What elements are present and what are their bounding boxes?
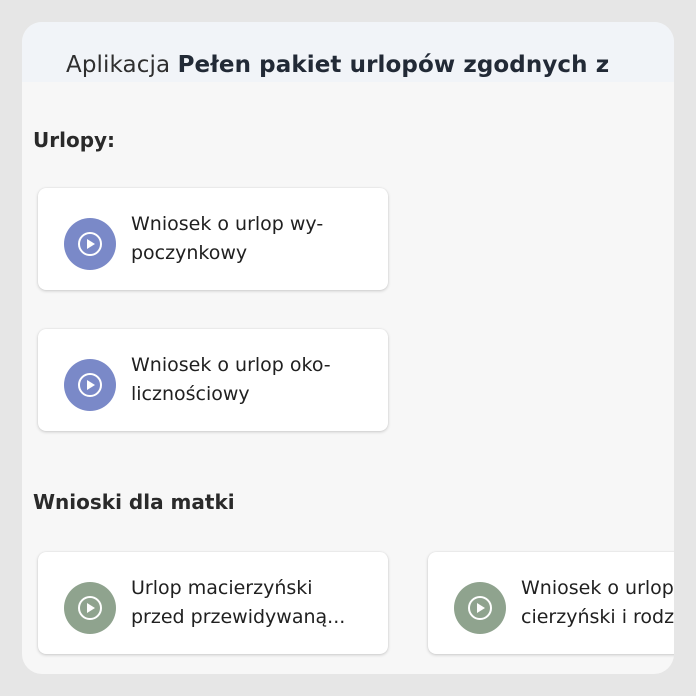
section-title-wnioski-dla-matki: Wnioski dla matki	[33, 490, 235, 514]
title-prefix: Aplikacja	[66, 52, 171, 78]
card-label-line1: Wniosek o urlop wy-	[131, 213, 324, 235]
card-label: Wniosek o urlop wy- poczynkowy	[131, 210, 376, 268]
card-label: Wniosek o urlop oko- licznościowy	[131, 351, 376, 409]
section-title-urlopy: Urlopy:	[33, 128, 116, 152]
play-circle-icon	[454, 582, 506, 634]
card-wniosek-macierzynski-rodzicielski[interactable]: Wniosek o urlop ma- cierzyński i rodzici…	[428, 552, 674, 654]
card-label-line1: Urlop macierzyński	[131, 577, 313, 599]
play-circle-icon	[64, 582, 116, 634]
main-panel: Aplikacja Pełen pakiet urlopów zgodnych …	[22, 22, 674, 674]
app-frame: Aplikacja Pełen pakiet urlopów zgodnych …	[0, 0, 696, 696]
card-wniosek-okolicznosciowy[interactable]: Wniosek o urlop oko- licznościowy	[38, 329, 388, 431]
card-label-line1: Wniosek o urlop ma-	[521, 577, 674, 599]
card-label-line2: poczynkowy	[131, 242, 248, 264]
card-wniosek-wypoczynkowy[interactable]: Wniosek o urlop wy- poczynkowy	[38, 188, 388, 290]
page-title: Aplikacja Pełen pakiet urlopów zgodnych …	[66, 52, 609, 78]
card-label: Urlop macierzyński przed przewidywaną...	[131, 574, 376, 632]
play-circle-icon	[64, 359, 116, 411]
title-bold: Pełen pakiet urlopów zgodnych z	[177, 52, 610, 78]
card-label-line2: przed przewidywaną...	[131, 606, 346, 628]
play-circle-icon	[64, 218, 116, 270]
card-label-line1: Wniosek o urlop oko-	[131, 354, 331, 376]
card-label-line2: licznościowy	[131, 383, 250, 405]
card-label-line2: cierzyński i rodzicielski	[521, 606, 674, 628]
card-urlop-macierzynski[interactable]: Urlop macierzyński przed przewidywaną...	[38, 552, 388, 654]
header: Aplikacja Pełen pakiet urlopów zgodnych …	[22, 22, 674, 82]
card-label: Wniosek o urlop ma- cierzyński i rodzici…	[521, 574, 674, 632]
